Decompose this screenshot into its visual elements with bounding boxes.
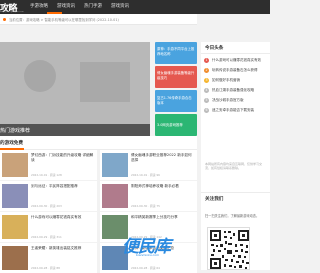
article-card[interactable]: 梦幻西游：门派技能的升级攻略 详细解读 2022-10-01 · 阅读 128 <box>0 150 97 180</box>
rank-badge: 5 <box>204 98 209 103</box>
article-meta: 2022-09-30 · 阅读 75 <box>131 204 160 208</box>
rank-badge: 6 <box>204 108 209 113</box>
right-sidebar: 今日头条 1 什么游戏可以赚零花钱真实有效 2 玩转传说手游装备石怎么获得 3 … <box>201 42 270 270</box>
article-thumbnail[interactable] <box>102 184 128 208</box>
slider-caption[interactable]: 热门游戏推荐 <box>0 127 30 134</box>
hot-list-item-text[interactable]: 什么游戏可以赚零花钱真实有效 <box>212 58 269 63</box>
article-meta: 2022-09-30 · 阅读 203 <box>31 204 62 208</box>
hot-list-item[interactable]: 5 决战沙城手游官方版 <box>204 97 270 105</box>
rank-badge: 2 <box>204 68 209 73</box>
article-card[interactable]: 剑与远征：平民阵容搭配推荐 2022-09-30 · 阅读 203 <box>0 181 97 211</box>
top-nav: 攻略 www.youxigonglue.com 手游攻略 游戏资讯 热门手游 游… <box>0 0 270 14</box>
article-title[interactable]: 梦幻西游：门派技能的升级攻略 详细解读 <box>31 153 94 163</box>
article-card[interactable]: 阴阳师式神培养攻略 新手必看 2022-09-30 · 阅读 75 <box>100 181 197 211</box>
nav-item-4[interactable]: 游戏资讯 <box>111 3 129 11</box>
nav-item-3[interactable]: 热门手游 <box>84 3 102 11</box>
featured-card-4-text: 3.0网页游戏推荐 <box>157 123 183 127</box>
section-title: 的游戏免费 <box>0 141 23 146</box>
watermark-subtext: bianminku.com <box>136 253 160 257</box>
divider <box>201 192 270 193</box>
article-card[interactable]: 王者荣耀：新英雄出装铭文推荐 2022-09-28 · 阅读 88 <box>0 243 97 273</box>
article-meta: 2022-10-01 · 阅读 96 <box>131 173 160 177</box>
image-slider[interactable]: 热门游戏推荐 <box>0 42 150 136</box>
featured-card-1-text: 原神：手游不同平台上推荐地名称 <box>157 47 195 56</box>
featured-card-3-text: 复古1.76传奇手游合击版本 <box>157 96 192 105</box>
divider <box>201 53 270 54</box>
breadcrumb: 当前位置：游戏攻略 > 智能手机等级可以在哪里找到学问 (2022-10-01) <box>0 14 197 25</box>
location-icon <box>3 18 6 21</box>
article-card[interactable]: 什么游戏可以赚零花钱真实有效 2022-09-29 · 阅读 311 <box>0 212 97 242</box>
rank-badge: 4 <box>204 88 209 93</box>
nav-item-1[interactable]: 手游攻略 <box>30 3 48 11</box>
article-thumbnail[interactable] <box>2 153 28 177</box>
slider-image <box>0 42 150 136</box>
hot-list-item-text[interactable]: 决战沙城手游官方版 <box>212 98 269 103</box>
hot-list-title: 今日头条 <box>205 46 224 51</box>
hot-list-item-text[interactable]: 玩转传说手游装备石怎么获得 <box>212 68 269 73</box>
article-title[interactable]: 王者荣耀：新英雄出装铭文推荐 <box>31 246 94 251</box>
featured-card-2[interactable]: 倩女幽魂手游装备等级升级技巧 <box>155 66 197 88</box>
article-thumbnail[interactable] <box>2 184 28 208</box>
article-title[interactable]: 阴阳师式神培养攻略 新手必看 <box>131 184 194 189</box>
rank-badge: 3 <box>204 78 209 83</box>
site-disclaimer: 本网站所有内容均来自互联网，仅供学习交流，如有侵权请联系删除。 <box>205 162 263 171</box>
featured-card-1[interactable]: 原神：手游不同平台上推荐地名称 <box>155 42 197 64</box>
article-title[interactable]: 剑与远征：平民阵容搭配推荐 <box>31 184 94 189</box>
hot-list-item-text[interactable]: 如何做好手机营销 <box>212 78 269 83</box>
qr-code <box>207 227 250 270</box>
watermark: 便民库 bianminku.com <box>122 232 182 260</box>
article-meta: 2022-09-28 · 阅读 88 <box>31 266 60 270</box>
hot-list-item[interactable]: 2 玩转传说手游装备石怎么获得 <box>204 67 270 75</box>
article-card[interactable]: 倩女幽魂手游职业推荐2022 新手如何选择 2022-10-01 · 阅读 96 <box>100 150 197 180</box>
section-header: 的游戏免费 <box>0 136 197 150</box>
hot-list-item[interactable]: 1 什么游戏可以赚零花钱真实有效 <box>204 57 270 65</box>
article-meta: 2022-09-28 · 阅读 64 <box>131 266 160 270</box>
hot-list-item-text[interactable]: 热血江湖手游装备强化攻略 <box>212 88 269 93</box>
hot-list-item[interactable]: 3 如何做好手机营销 <box>204 77 270 85</box>
nav-item-2[interactable]: 游戏资讯 <box>57 3 75 11</box>
hot-list-item[interactable]: 6 迷之安卓手游能否下载安装 <box>204 107 270 115</box>
article-title[interactable]: 什么游戏可以赚零花钱真实有效 <box>31 215 94 220</box>
featured-card-4[interactable]: 3.0网页游戏推荐 <box>155 114 197 136</box>
featured-card-3[interactable]: 复古1.76传奇手游合击版本 <box>155 90 197 112</box>
hot-list-item-text[interactable]: 迷之安卓手游能否下载安装 <box>212 108 269 113</box>
slider-caption-bar: 热门游戏推荐 <box>0 124 150 136</box>
rank-badge: 1 <box>204 58 209 63</box>
qr-code-icon <box>208 228 249 269</box>
article-meta: 2022-10-01 · 阅读 128 <box>31 173 62 177</box>
article-thumbnail[interactable] <box>2 215 28 239</box>
article-thumbnail[interactable] <box>102 153 128 177</box>
article-thumbnail[interactable] <box>2 246 28 270</box>
hot-list-item[interactable]: 4 热血江湖手游装备强化攻略 <box>204 87 270 95</box>
article-title[interactable]: 倩女幽魂手游职业推荐2022 新手如何选择 <box>131 153 194 163</box>
breadcrumb-text[interactable]: 当前位置：游戏攻略 > 智能手机等级可以在哪里找到学问 (2022-10-01) <box>9 17 119 22</box>
article-meta: 2022-09-29 · 阅读 311 <box>31 235 62 239</box>
featured-card-2-text: 倩女幽魂手游装备等级升级技巧 <box>157 71 195 80</box>
site-logo-sub: www.youxigonglue.com <box>0 11 24 13</box>
follow-text: 扫一扫关注我们，了解最新游戏动态。 <box>205 214 260 218</box>
follow-title: 关注我们 <box>205 197 224 202</box>
article-title[interactable]: 和平精英新赛季上分技巧分享 <box>131 215 194 220</box>
